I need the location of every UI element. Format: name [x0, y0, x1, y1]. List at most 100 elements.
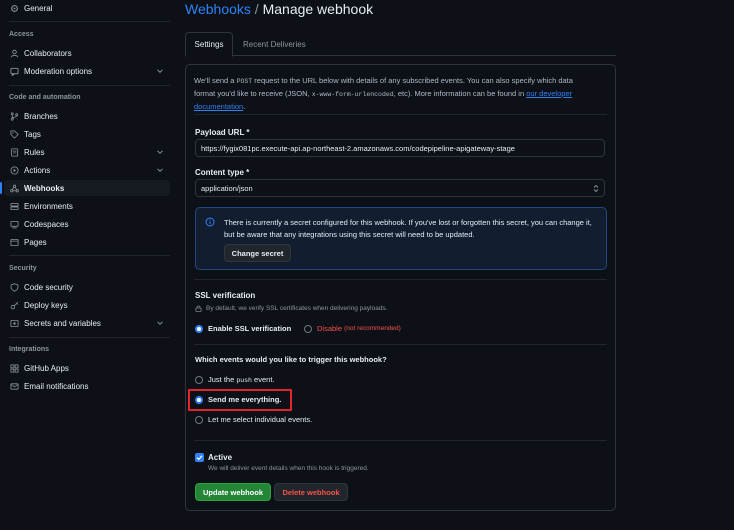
ssl-verification-label: SSL verification [195, 291, 256, 300]
sidebar-divider [9, 21, 170, 22]
sidebar-item-label: Deploy keys [24, 300, 68, 310]
active-note: We will deliver event details when this … [208, 465, 369, 472]
event-push-option[interactable]: Just the push event. [195, 375, 274, 384]
info-icon [205, 217, 215, 227]
sidebar-section-access: Access [9, 31, 34, 38]
ssl-note: By default, we verify SSL certificates w… [195, 305, 388, 312]
webhook-form: We'll send a POST request to the URL bel… [185, 64, 616, 511]
page-title: Webhooks / Manage webhook [185, 1, 373, 17]
sidebar-item-collaborators[interactable]: Collaborators [4, 45, 170, 61]
secret-notice: There is currently a secret configured f… [195, 207, 607, 270]
sidebar-section-code-automation: Code and automation [9, 94, 81, 101]
section-divider [194, 344, 607, 345]
events-question: Which events would you like to trigger t… [195, 355, 387, 364]
sidebar-item-branches[interactable]: Branches [4, 108, 170, 124]
ssl-disable-radio[interactable] [304, 324, 312, 333]
sidebar-item-label: Rules [24, 147, 45, 157]
change-secret-button[interactable]: Change secret [224, 244, 291, 262]
sidebar-item-actions[interactable]: Actions [4, 162, 170, 178]
tab-recent-deliveries[interactable]: Recent Deliveries [243, 32, 306, 56]
breadcrumb-separator: / [254, 1, 259, 17]
sidebar-item-environments[interactable]: Environments [4, 198, 170, 214]
tab-bar: Settings Recent Deliveries [185, 32, 616, 57]
sidebar-divider [9, 337, 170, 338]
event-push-radio[interactable] [195, 375, 203, 384]
sidebar-section-security: Security [9, 265, 37, 272]
gear-icon [9, 3, 19, 13]
event-everything-label: Send me everything. [208, 395, 282, 404]
payload-url-label: Payload URL * [195, 128, 250, 137]
settings-sidebar: General Access Collaborators Moderation … [0, 0, 172, 530]
chevron-down-icon [157, 321, 163, 326]
sidebar-item-label: Tags [24, 129, 41, 139]
chevron-down-icon [157, 150, 163, 155]
sidebar-item-label: Secrets and variables [24, 318, 101, 328]
sidebar-item-github-apps[interactable]: GitHub Apps [4, 360, 170, 376]
intro-text-segment: . [243, 102, 246, 111]
tag-icon [9, 129, 19, 139]
ssl-enable-label: Enable SSL verification [208, 324, 292, 333]
sidebar-section-integrations: Integrations [9, 346, 50, 353]
event-individual-radio[interactable] [195, 415, 203, 424]
payload-url-input[interactable]: https://fygix081pc.execute-api.ap-northe… [195, 139, 605, 157]
active-checkbox[interactable] [195, 453, 204, 462]
intro-text-segment: , etc). More information can be found in [393, 89, 527, 98]
sidebar-item-pages[interactable]: Pages [4, 234, 170, 250]
intro-text-segment: We'll send a [194, 76, 237, 85]
sidebar-item-deploy-keys[interactable]: Deploy keys [4, 297, 170, 313]
event-individual-label: Let me select individual events. [208, 415, 313, 424]
chevron-down-icon [157, 168, 163, 173]
server-icon [9, 201, 19, 211]
sidebar-item-secrets[interactable]: Secrets and variables [4, 315, 170, 331]
event-individual-option[interactable]: Let me select individual events. [195, 415, 312, 424]
tab-settings[interactable]: Settings [185, 32, 233, 57]
sidebar-item-label: Moderation options [24, 66, 93, 76]
browser-icon [9, 237, 19, 247]
sidebar-item-tags[interactable]: Tags [4, 126, 170, 142]
breadcrumb-webhooks[interactable]: Webhooks [185, 1, 251, 17]
ssl-note-text: By default, we verify SSL certificates w… [206, 305, 388, 312]
sidebar-item-label: Pages [24, 237, 47, 247]
active-indicator [0, 182, 2, 194]
asterisk-icon [9, 318, 19, 328]
intro-code-format: x-www-form-urlencoded [311, 91, 394, 98]
event-everything-option[interactable]: Send me everything. [195, 395, 281, 404]
shield-icon [9, 282, 19, 292]
event-push-label: Just the push event. [208, 375, 274, 384]
event-push-text: event. [251, 375, 275, 384]
branch-icon [9, 111, 19, 121]
sidebar-item-rules[interactable]: Rules [4, 144, 170, 160]
intro-text: We'll send a POST request to the URL bel… [194, 75, 596, 113]
report-icon [9, 66, 19, 76]
ssl-disable-label: Disable [317, 324, 343, 333]
sidebar-item-code-security[interactable]: Code security [4, 279, 170, 295]
sidebar-item-email-notifications[interactable]: Email notifications [4, 378, 170, 394]
sidebar-item-general[interactable]: General [4, 0, 170, 16]
delete-webhook-button[interactable]: Delete webhook [274, 483, 348, 501]
ssl-enable-option[interactable]: Enable SSL verification [195, 324, 291, 333]
sidebar-item-label: Actions [24, 165, 51, 175]
sidebar-item-codespaces[interactable]: Codespaces [4, 216, 170, 232]
sidebar-item-label: Email notifications [24, 381, 89, 391]
intro-code-post: POST [236, 78, 253, 85]
sidebar-item-webhooks[interactable]: Webhooks [0, 180, 170, 196]
sidebar-item-label: Branches [24, 111, 58, 121]
rules-icon [9, 147, 19, 157]
active-label: Active [208, 453, 233, 462]
section-divider [194, 279, 607, 280]
sidebar-item-label: Collaborators [24, 48, 72, 58]
sidebar-item-label: General [24, 3, 53, 13]
sidebar-item-label: Codespaces [24, 219, 69, 229]
ssl-disable-option[interactable]: Disable (not recommended) [304, 324, 401, 333]
content-type-select[interactable]: application/json [195, 179, 605, 197]
check-icon [196, 455, 203, 461]
update-webhook-button[interactable]: Update webhook [195, 483, 271, 501]
chevron-down-icon [157, 69, 163, 74]
content-type-value: application/json [201, 183, 253, 193]
ssl-disable-note: (not recommended) [344, 325, 401, 332]
ssl-enable-radio[interactable] [195, 324, 203, 333]
apps-icon [9, 363, 19, 373]
person-icon [9, 48, 19, 58]
sidebar-item-moderation[interactable]: Moderation options [4, 63, 170, 79]
event-everything-radio[interactable] [195, 395, 203, 404]
